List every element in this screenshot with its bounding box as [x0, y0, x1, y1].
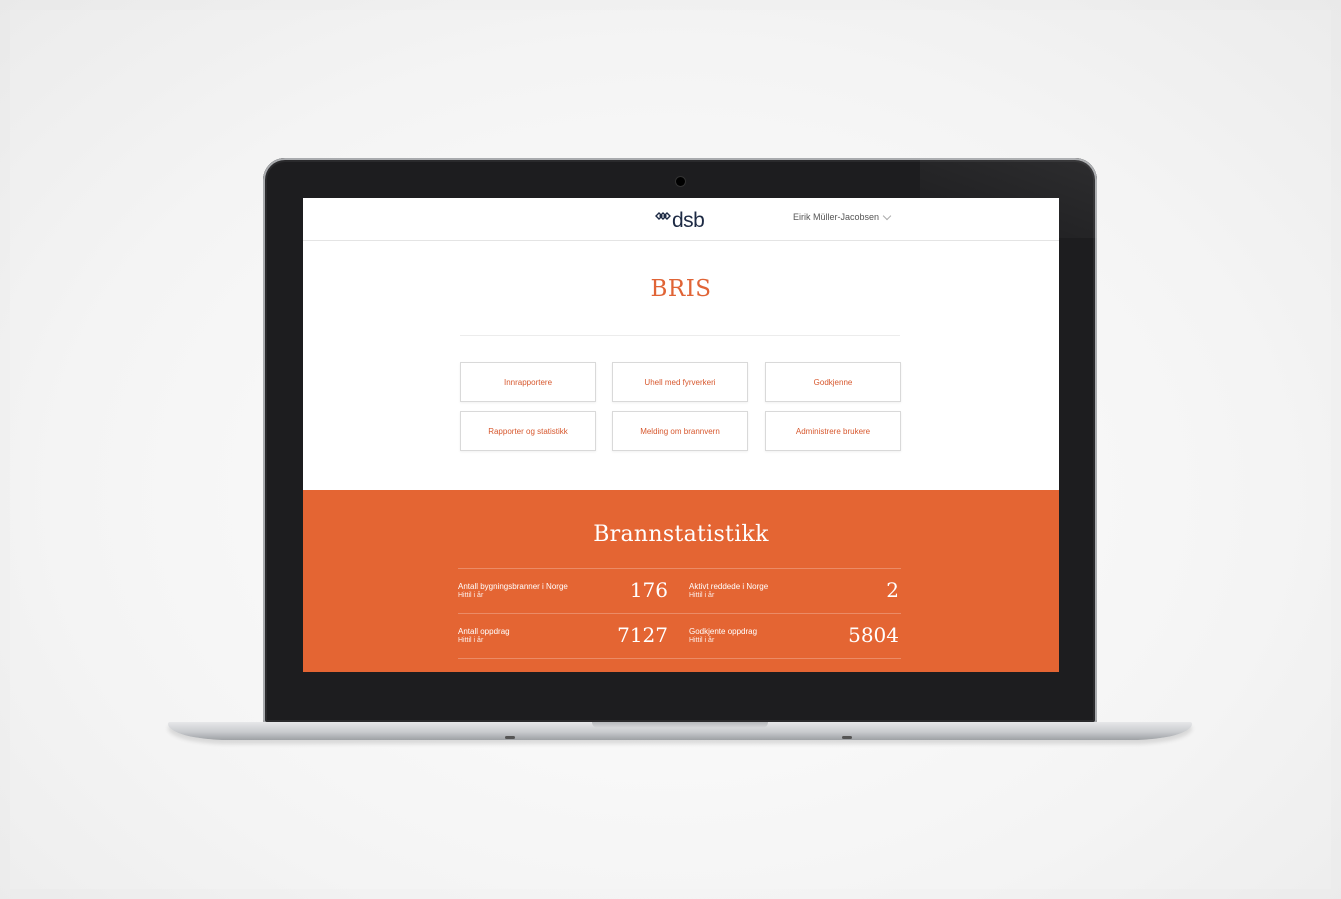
dsb-logo-icon [655, 212, 671, 220]
stat-sub: Hittil i år [689, 637, 715, 644]
tile-godkjenne[interactable]: Godkjenne [765, 362, 901, 402]
stat-sub: Hittil i år [458, 637, 484, 644]
stat-value: 5804 [848, 623, 899, 647]
chevron-down-icon [882, 211, 892, 220]
stat-sub: Hittil i år [458, 592, 484, 599]
tile-administrere-brukere[interactable]: Administrere brukere [765, 411, 901, 451]
stat-label: Antall oppdrag [458, 627, 510, 636]
stat-approved-assignments: Godkjente oppdrag Hittil i år 5804 [689, 617, 899, 659]
stat-label: Antall bygningsbranner i Norge [458, 582, 568, 591]
camera-icon [676, 177, 685, 186]
top-bar: dsb Eirik Müller-Jacobsen [303, 198, 1059, 241]
tile-uhell-med-fyrverkeri[interactable]: Uhell med fyrverkeri [612, 362, 748, 402]
tile-rapporter-og-statistikk[interactable]: Rapporter og statistikk [460, 411, 596, 451]
tile-innrapportere[interactable]: Innrapportere [460, 362, 596, 402]
stat-label: Aktivt reddede i Norge [689, 582, 769, 591]
tile-melding-om-brannvern[interactable]: Melding om brannvern [612, 411, 748, 451]
stats-divider [458, 568, 901, 569]
stat-value: 7127 [617, 623, 668, 647]
page-title: BRIS [650, 276, 712, 302]
stat-rescued: Aktivt reddede i Norge Hittil i år 2 [689, 572, 899, 614]
stat-label: Godkjente oppdrag [689, 627, 758, 636]
stat-value: 176 [629, 578, 668, 602]
user-name: Eirik Müller-Jacobsen [793, 212, 880, 222]
stat-sub: Hittil i år [689, 592, 715, 599]
stat-building-fires: Antall bygningsbranner i Norge Hittil i … [458, 572, 668, 614]
stat-assignments: Antall oppdrag Hittil i år 7127 [458, 617, 668, 659]
stats-title: Brannstatistikk [593, 522, 769, 547]
laptop-foot [505, 736, 515, 739]
user-menu[interactable]: Eirik Müller-Jacobsen [793, 211, 892, 222]
stat-value: 2 [886, 578, 899, 602]
laptop-foot [842, 736, 852, 739]
laptop-screen: dsb Eirik Müller-Jacobsen BRIS Innrappor… [303, 198, 1059, 672]
divider [460, 335, 900, 336]
laptop-base-notch [592, 722, 768, 728]
statistics-panel: Brannstatistikk Antall bygningsbranner i… [303, 490, 1059, 672]
logo-text: dsb [672, 209, 705, 232]
dsb-logo[interactable]: dsb [655, 206, 705, 232]
